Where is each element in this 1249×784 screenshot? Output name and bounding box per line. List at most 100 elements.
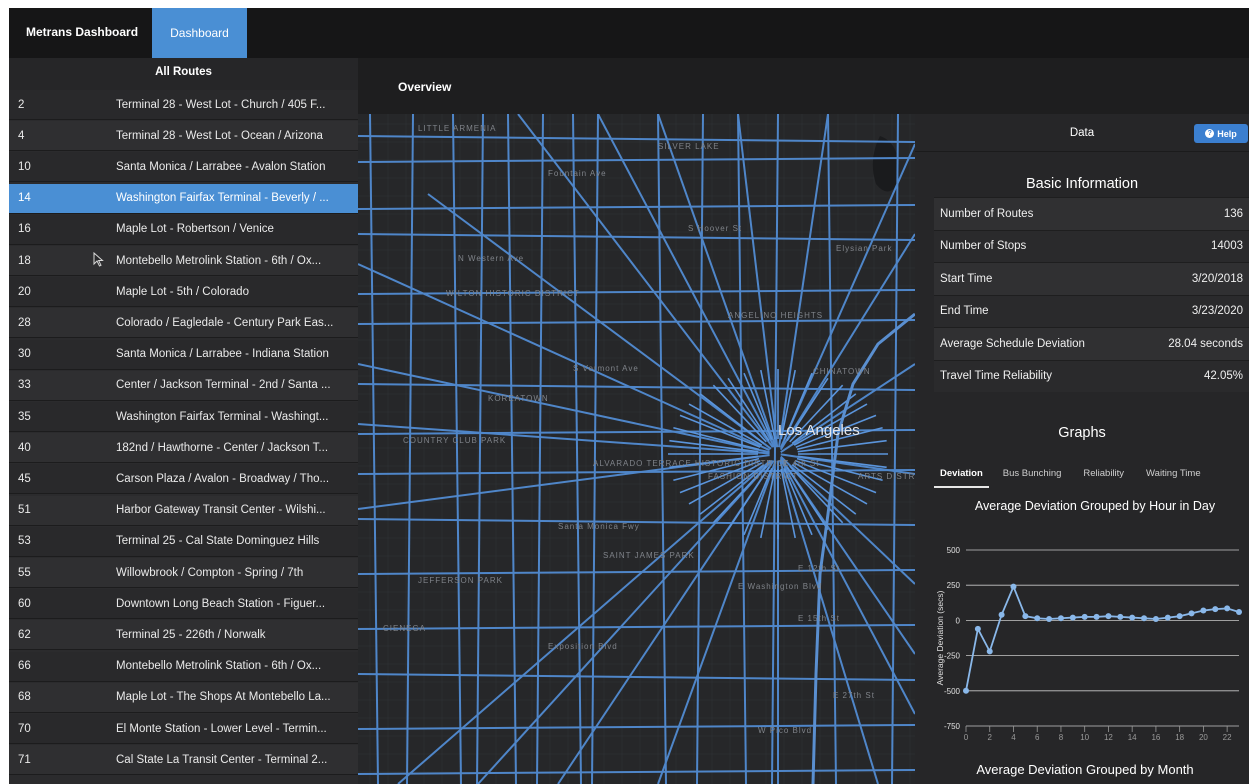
data-point: [1022, 613, 1029, 620]
data-point: [1188, 610, 1195, 617]
map-label: SILVER LAKE: [658, 142, 720, 151]
route-line: [572, 114, 582, 784]
data-point: [1117, 613, 1124, 620]
graph-tab-reliability[interactable]: Reliability: [1077, 458, 1130, 488]
route-row-14[interactable]: 14 Washington Fairfax Terminal - Beverly …: [9, 183, 358, 214]
route-line: [657, 114, 667, 784]
route-name: Santa Monica / Larrabee - Avalon Station: [116, 160, 326, 173]
graph-tab-waiting-time[interactable]: Waiting Time: [1140, 458, 1207, 488]
route-row-16[interactable]: 16 Maple Lot - Robertson / Venice: [9, 214, 358, 245]
route-number: 53: [18, 535, 31, 548]
route-row-60[interactable]: 60 Downtown Long Beach Station - Figuer..…: [9, 589, 358, 620]
series-line: [965, 584, 1240, 691]
route-row-51[interactable]: 51 Harbor Gateway Transit Center - Wilshi…: [9, 495, 358, 526]
route-row-10[interactable]: 10 Santa Monica / Larrabee - Avalon Stati…: [9, 152, 358, 183]
route-name: Maple Lot - Robertson / Venice: [116, 223, 274, 236]
route-row-70[interactable]: 70 El Monte Station - Lower Level - Termi…: [9, 714, 358, 744]
route-number: 33: [18, 379, 31, 392]
map-label: E 27th St: [833, 691, 875, 700]
route-row-4[interactable]: 4 Terminal 28 - West Lot - Ocean / Arizon…: [9, 121, 358, 152]
route-row-2[interactable]: 2 Terminal 28 - West Lot - Church / 405 F…: [9, 90, 358, 120]
route-name: Washington Fairfax Terminal - Washingt..…: [116, 410, 329, 423]
info-row: Start Time 3/20/2018: [934, 262, 1249, 295]
route-number: 28: [18, 316, 31, 329]
tab-dashboard[interactable]: Dashboard: [152, 8, 247, 58]
chart-title: Average Deviation Grouped by Hour in Day: [974, 499, 1216, 513]
info-row: Number of Routes 136: [934, 197, 1249, 230]
route-line: [358, 135, 915, 143]
route-number: 62: [18, 628, 31, 641]
info-row: End Time 3/23/2020: [934, 294, 1249, 327]
x-tick-label: 12: [1104, 733, 1113, 742]
route-number: 4: [18, 129, 25, 142]
route-row-33[interactable]: 33 Center / Jackson Terminal - 2nd / Sant…: [9, 370, 358, 401]
app-brand[interactable]: Metrans Dashboard: [26, 25, 138, 39]
route-row-40[interactable]: 40 182nd / Hawthorne - Center / Jackson T…: [9, 433, 358, 464]
route-line: [369, 114, 379, 784]
map-label: ARTS DISTRICT: [858, 472, 915, 481]
map-label: E Washington Blvd: [738, 582, 823, 591]
route-row-20[interactable]: 20 Maple Lot - 5th / Colorado: [9, 277, 358, 308]
y-axis-label: Average Deviation (secs): [935, 590, 945, 685]
map-label: E 15th St: [798, 614, 840, 623]
graph-tab-deviation[interactable]: Deviation: [934, 458, 989, 488]
route-row-53[interactable]: 53 Terminal 25 - Cal State Dominguez Hill…: [9, 526, 358, 557]
graph-tab-bus-bunching[interactable]: Bus Bunching: [997, 458, 1068, 488]
route-name: Terminal 25 - Cal State Dominguez Hills: [116, 535, 320, 548]
route-row-28[interactable]: 28 Colorado / Eagledale - Century Park Ea…: [9, 308, 358, 339]
map-label: LITTLE ARMENIA: [418, 124, 497, 133]
x-tick-label: 6: [1035, 733, 1040, 742]
graphs-title: Graphs: [1058, 425, 1106, 441]
map-label: SAINT JAMES PARK: [603, 551, 695, 560]
data-point: [998, 611, 1005, 618]
route-line: [477, 459, 773, 784]
info-value: 3/23/2020: [1191, 305, 1243, 318]
route-row-66[interactable]: 66 Montebello Metrolink Station - 6th / O…: [9, 651, 358, 682]
route-name: Terminal 25 - 226th / Norwalk: [116, 628, 266, 641]
route-row-45[interactable]: 45 Carson Plaza / Avalon - Broadway / Tho…: [9, 464, 358, 495]
route-map-canvas[interactable]: [358, 114, 915, 784]
next-chart-title: Average Deviation Grouped by Month: [976, 762, 1194, 777]
x-tick-label: 18: [1175, 733, 1184, 742]
x-tick-label: 14: [1128, 733, 1137, 742]
data-point: [1176, 613, 1183, 620]
route-row-35[interactable]: 35 Washington Fairfax Terminal - Washingt…: [9, 402, 358, 432]
route-number: 68: [18, 691, 31, 704]
y-tick-label: 250: [947, 581, 961, 590]
route-map[interactable]: LITTLE ARMENIA SILVER LAKE WILTON HISTORIC…: [358, 114, 915, 784]
route-row-18[interactable]: 18 Montebello Metrolink Station - 6th / O…: [9, 246, 358, 276]
route-row-62[interactable]: 62 Terminal 25 - 226th / Norwalk: [9, 620, 358, 651]
map-label: ALVARADO TERRACE HISTORIC DISTRICT: [593, 459, 790, 468]
x-tick-label: 10: [1080, 733, 1089, 742]
y-tick-label: -250: [944, 652, 961, 661]
route-line: [358, 724, 915, 730]
route-name: Center / Jackson Terminal - 2nd / Santa …: [116, 379, 331, 392]
graph-tabs: Deviation Bus Bunching Reliability Waiting …: [934, 458, 1249, 488]
route-name: Montebello Metrolink Station - 6th / Ox.…: [116, 254, 322, 267]
map-city-label: Los Angeles: [778, 422, 860, 439]
route-row-30[interactable]: 30 Santa Monica / Larrabee - Indiana Stat…: [9, 339, 358, 370]
data-point: [1236, 608, 1242, 615]
route-row-55[interactable]: 55 Willowbrook / Compton - Spring / 7th: [9, 558, 358, 588]
info-label: Number of Routes: [940, 207, 1034, 220]
top-bar: Metrans Dashboard Dashboard: [9, 8, 1249, 58]
help-button[interactable]: ? Help: [1194, 124, 1248, 143]
route-number: 71: [18, 753, 31, 766]
x-tick-label: 0: [964, 733, 969, 742]
map-label: CIENEGA: [383, 624, 427, 633]
info-row: Number of Stops 14003: [934, 229, 1249, 262]
route-number: 10: [18, 160, 31, 173]
route-name: Harbor Gateway Transit Center - Wilshi..…: [116, 504, 326, 517]
page-title: Overview: [398, 80, 452, 94]
route-row-71[interactable]: 71 Cal State La Transit Center - Terminal…: [9, 745, 358, 776]
info-value: 28.04 seconds: [1168, 337, 1243, 350]
route-number: 2: [18, 98, 25, 111]
map-label: S Vermont Ave: [573, 364, 639, 373]
data-point: [1224, 605, 1231, 612]
data-point: [1164, 614, 1171, 621]
data-point: [974, 625, 981, 632]
route-row-68[interactable]: 68 Maple Lot - The Shops At Montebello La…: [9, 682, 358, 713]
route-name: 182nd / Hawthorne - Center / Jackson T..…: [116, 441, 329, 454]
question-icon: ?: [1205, 129, 1215, 138]
route-name: Willowbrook / Compton - Spring / 7th: [116, 566, 304, 579]
